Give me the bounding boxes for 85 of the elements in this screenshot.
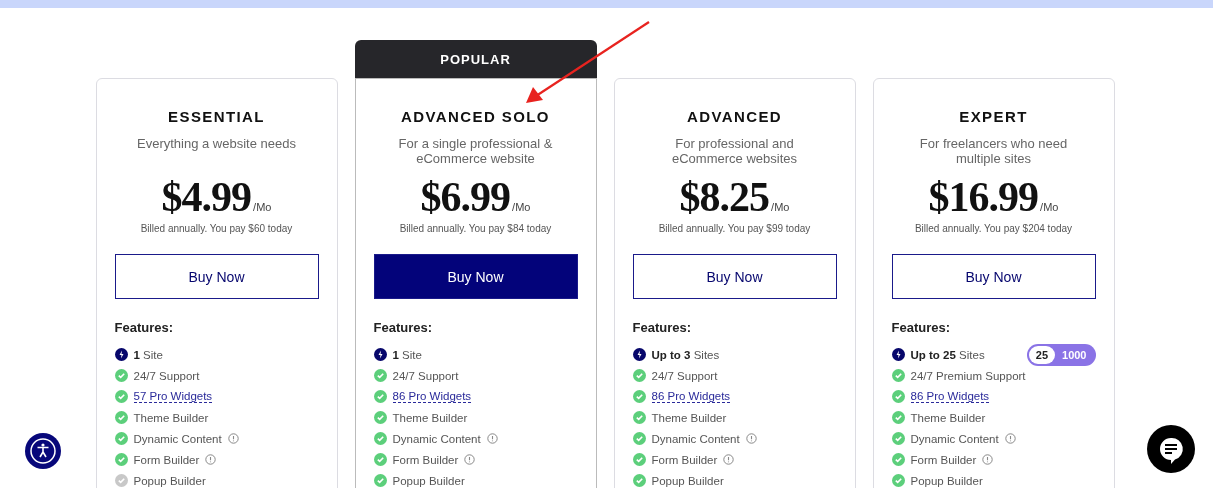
check-icon <box>891 369 905 382</box>
widgets-link[interactable]: 86 Pro Widgets <box>392 390 472 403</box>
check-icon <box>114 411 128 424</box>
feature-text: Dynamic Content <box>392 432 481 445</box>
check-icon <box>373 369 387 382</box>
billing-note: Billed annually. You pay $204 today <box>913 223 1074 234</box>
feature-text: 24/7 Support <box>392 369 459 382</box>
billing-note: Billed annually. You pay $60 today <box>139 223 294 234</box>
feature-text: Theme Builder <box>392 411 468 424</box>
feature-text: 1 Site <box>133 348 163 361</box>
widgets-link[interactable]: 86 Pro Widgets <box>910 390 990 403</box>
feature-text: Dynamic Content <box>910 432 999 445</box>
feature-text: Theme Builder <box>133 411 209 424</box>
feature-text: Popup Builder <box>392 474 465 487</box>
feature-text: Popup Builder <box>910 474 983 487</box>
feature-text: Up to 25 Sites <box>910 348 985 361</box>
bolt-icon <box>891 348 905 361</box>
feature-text: Form Builder <box>392 453 459 466</box>
feature-text: Dynamic Content <box>133 432 222 445</box>
feature-text: 24/7 Support <box>651 369 718 382</box>
price-period: /Mo <box>512 201 531 213</box>
plan-price: $6.99 <box>420 173 511 221</box>
check-icon <box>632 432 646 445</box>
check-icon <box>373 390 387 403</box>
feature-text: Theme Builder <box>910 411 986 424</box>
feature-text: Theme Builder <box>651 411 727 424</box>
accessibility-icon[interactable] <box>25 433 61 469</box>
feature-text: 24/7 Premium Support <box>910 369 1026 382</box>
bolt-icon <box>114 348 128 361</box>
check-icon <box>114 390 128 403</box>
widgets-link[interactable]: 57 Pro Widgets <box>133 390 213 403</box>
check-icon <box>891 453 905 466</box>
feature-text: Up to 3 Sites <box>651 348 720 361</box>
features-heading: Features: <box>373 320 434 335</box>
check-icon <box>373 432 387 445</box>
feature-text: Form Builder <box>910 453 977 466</box>
check-icon <box>891 432 905 445</box>
plan-tagline: For a single professional & eCommerce website <box>397 136 554 166</box>
features-heading: Features: <box>891 320 952 335</box>
check-icon <box>632 411 646 424</box>
check-icon <box>891 390 905 403</box>
check-icon <box>114 369 128 382</box>
feature-text: Form Builder <box>133 453 200 466</box>
features-heading: Features: <box>114 320 175 335</box>
feature-text: 1 Site <box>392 348 422 361</box>
widgets-link[interactable]: 86 Pro Widgets <box>651 390 731 403</box>
bolt-icon <box>632 348 646 361</box>
price-period: /Mo <box>253 201 272 213</box>
check-icon <box>632 453 646 466</box>
feature-text: Form Builder <box>651 453 718 466</box>
feature-text: 24/7 Support <box>133 369 200 382</box>
toggle-option[interactable]: 25 <box>1028 345 1055 364</box>
popular-label: POPULAR <box>354 40 597 78</box>
plan-tagline: For professional and eCommerce websites <box>671 136 798 166</box>
feature-text: Popup Builder <box>651 474 724 487</box>
buy-now-button[interactable]: Buy Now <box>891 254 1096 299</box>
plan-price: $8.25 <box>679 173 770 221</box>
billing-note: Billed annually. You pay $84 today <box>398 223 553 234</box>
check-icon <box>373 453 387 466</box>
chat-icon[interactable] <box>1147 425 1195 473</box>
toggle-option[interactable]: 1000 <box>1055 345 1094 364</box>
check-icon <box>373 411 387 424</box>
plan-price: $4.99 <box>161 173 252 221</box>
billing-note: Billed annually. You pay $99 today <box>657 223 812 234</box>
check-icon <box>891 411 905 424</box>
check-icon <box>632 390 646 403</box>
feature-text: Dynamic Content <box>651 432 740 445</box>
plan-name: EXPERT <box>958 108 1029 125</box>
buy-now-button[interactable]: Buy Now <box>373 254 578 299</box>
check-icon <box>114 432 128 445</box>
buy-now-button[interactable]: Buy Now <box>114 254 319 299</box>
check-icon <box>114 453 128 466</box>
feature-text: Popup Builder <box>133 474 206 487</box>
buy-now-button[interactable]: Buy Now <box>632 254 837 299</box>
plan-name: ADVANCED <box>685 108 784 125</box>
features-heading: Features: <box>632 320 693 335</box>
price-period: /Mo <box>1040 201 1059 213</box>
plan-tagline: For freelancers who need multiple sites <box>918 136 1069 166</box>
check-icon <box>632 369 646 382</box>
bolt-icon <box>373 348 387 361</box>
price-period: /Mo <box>771 201 790 213</box>
plan-name: ADVANCED SOLO <box>400 108 551 125</box>
plan-tagline: Everything a website needs <box>136 136 297 153</box>
plan-name: ESSENTIAL <box>167 108 266 125</box>
plan-price: $16.99 <box>928 173 1039 221</box>
